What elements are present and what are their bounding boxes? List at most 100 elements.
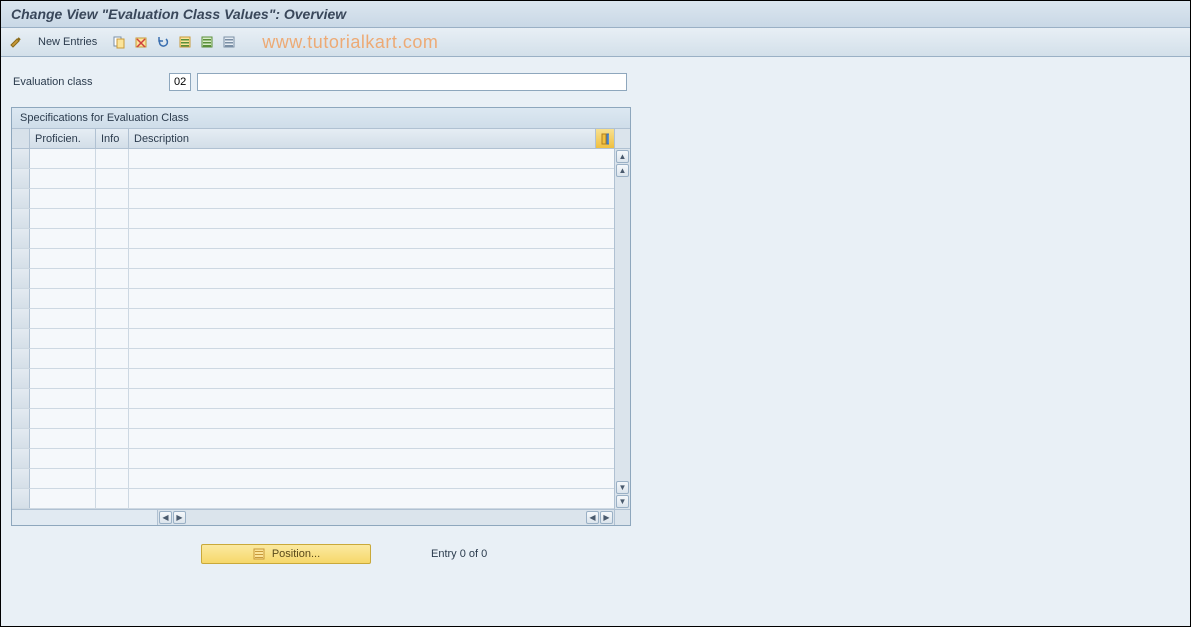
- cell-info[interactable]: [96, 249, 129, 268]
- delete-icon[interactable]: [132, 33, 150, 51]
- select-block-icon[interactable]: [198, 33, 216, 51]
- row-selector[interactable]: [12, 469, 30, 488]
- cell-description[interactable]: [129, 409, 614, 428]
- cell-info[interactable]: [96, 189, 129, 208]
- cell-info[interactable]: [96, 469, 129, 488]
- cell-description[interactable]: [129, 289, 614, 308]
- row-selector[interactable]: [12, 209, 30, 228]
- cell-description[interactable]: [129, 389, 614, 408]
- cell-description[interactable]: [129, 369, 614, 388]
- column-header-proficien[interactable]: Proficien.: [30, 129, 96, 148]
- cell-proficien[interactable]: [30, 269, 96, 288]
- row-selector[interactable]: [12, 289, 30, 308]
- row-selector[interactable]: [12, 169, 30, 188]
- cell-info[interactable]: [96, 149, 129, 168]
- row-selector[interactable]: [12, 189, 30, 208]
- cell-proficien[interactable]: [30, 169, 96, 188]
- cell-description[interactable]: [129, 469, 614, 488]
- hscroll-first-icon[interactable]: ◀: [159, 511, 172, 524]
- vscroll-pagedown-icon[interactable]: ▼: [616, 481, 629, 494]
- cell-proficien[interactable]: [30, 389, 96, 408]
- cell-description[interactable]: [129, 189, 614, 208]
- entry-count-text: Entry 0 of 0: [431, 548, 487, 560]
- cell-proficien[interactable]: [30, 329, 96, 348]
- cell-proficien[interactable]: [30, 409, 96, 428]
- cell-proficien[interactable]: [30, 429, 96, 448]
- cell-info[interactable]: [96, 409, 129, 428]
- cell-proficien[interactable]: [30, 189, 96, 208]
- row-selector[interactable]: [12, 229, 30, 248]
- cell-description[interactable]: [129, 229, 614, 248]
- hscroll-right-icon[interactable]: ◀: [586, 511, 599, 524]
- row-selector[interactable]: [12, 489, 30, 508]
- cell-info[interactable]: [96, 229, 129, 248]
- row-selector[interactable]: [12, 329, 30, 348]
- cell-proficien[interactable]: [30, 309, 96, 328]
- cell-info[interactable]: [96, 269, 129, 288]
- deselect-all-icon[interactable]: [220, 33, 238, 51]
- cell-description[interactable]: [129, 169, 614, 188]
- row-selector[interactable]: [12, 429, 30, 448]
- cell-description[interactable]: [129, 349, 614, 368]
- cell-proficien[interactable]: [30, 249, 96, 268]
- row-selector[interactable]: [12, 269, 30, 288]
- cell-info[interactable]: [96, 389, 129, 408]
- vscroll-down-icon[interactable]: ▼: [616, 495, 629, 508]
- cell-description[interactable]: [129, 329, 614, 348]
- cell-proficien[interactable]: [30, 229, 96, 248]
- row-selector[interactable]: [12, 449, 30, 468]
- cell-proficien[interactable]: [30, 149, 96, 168]
- vscroll-pageup-icon[interactable]: ▲: [616, 164, 629, 177]
- cell-description[interactable]: [129, 309, 614, 328]
- cell-proficien[interactable]: [30, 289, 96, 308]
- cell-description[interactable]: [129, 269, 614, 288]
- cell-proficien[interactable]: [30, 369, 96, 388]
- cell-description[interactable]: [129, 429, 614, 448]
- cell-description[interactable]: [129, 489, 614, 508]
- hscroll-left-icon[interactable]: ▶: [173, 511, 186, 524]
- cell-description[interactable]: [129, 249, 614, 268]
- cell-info[interactable]: [96, 349, 129, 368]
- row-selector[interactable]: [12, 369, 30, 388]
- cell-description[interactable]: [129, 449, 614, 468]
- cell-info[interactable]: [96, 449, 129, 468]
- table-row: [12, 249, 614, 269]
- vscroll-up-icon[interactable]: ▲: [616, 150, 629, 163]
- cell-proficien[interactable]: [30, 209, 96, 228]
- row-selector[interactable]: [12, 309, 30, 328]
- copy-as-icon[interactable]: [110, 33, 128, 51]
- table-row: [12, 309, 614, 329]
- cell-proficien[interactable]: [30, 469, 96, 488]
- cell-info[interactable]: [96, 169, 129, 188]
- row-selector[interactable]: [12, 389, 30, 408]
- evaluation-class-value[interactable]: 02: [169, 73, 191, 91]
- cell-info[interactable]: [96, 329, 129, 348]
- row-selector[interactable]: [12, 349, 30, 368]
- cell-info[interactable]: [96, 489, 129, 508]
- cell-proficien[interactable]: [30, 449, 96, 468]
- cell-info[interactable]: [96, 429, 129, 448]
- position-button[interactable]: Position...: [201, 544, 371, 564]
- row-selector[interactable]: [12, 149, 30, 168]
- column-header-selector[interactable]: [12, 129, 30, 148]
- select-all-icon[interactable]: [176, 33, 194, 51]
- cell-info[interactable]: [96, 309, 129, 328]
- row-selector[interactable]: [12, 249, 30, 268]
- new-entries-button[interactable]: New Entries: [29, 33, 106, 51]
- row-selector[interactable]: [12, 409, 30, 428]
- cell-description[interactable]: [129, 209, 614, 228]
- hscroll-last-icon[interactable]: ▶: [600, 511, 613, 524]
- cell-info[interactable]: [96, 369, 129, 388]
- toggle-change-icon[interactable]: [7, 33, 25, 51]
- cell-description[interactable]: [129, 149, 614, 168]
- cell-info[interactable]: [96, 289, 129, 308]
- evaluation-class-description[interactable]: [197, 73, 627, 91]
- configure-columns-icon[interactable]: [596, 129, 614, 148]
- cell-proficien[interactable]: [30, 489, 96, 508]
- cell-proficien[interactable]: [30, 349, 96, 368]
- undo-change-icon[interactable]: [154, 33, 172, 51]
- column-header-info[interactable]: Info: [96, 129, 129, 148]
- cell-info[interactable]: [96, 209, 129, 228]
- table-row: [12, 169, 614, 189]
- column-header-description[interactable]: Description: [129, 129, 596, 148]
